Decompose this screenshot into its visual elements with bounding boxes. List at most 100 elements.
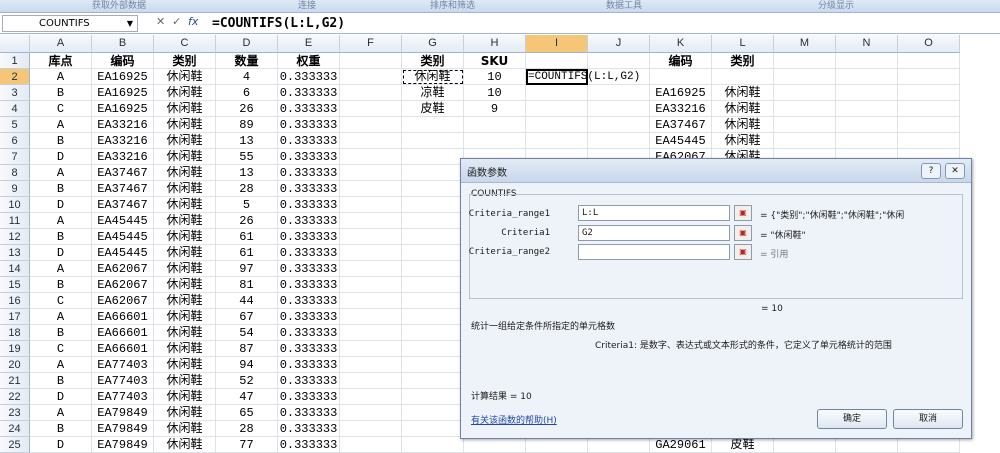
table-cell[interactable]: EA16925 bbox=[650, 85, 712, 101]
table-cell[interactable]: EA77403 bbox=[92, 389, 154, 405]
table-cell[interactable]: 0.333333 bbox=[278, 229, 340, 245]
empty-cell[interactable] bbox=[402, 405, 464, 421]
table-cell[interactable]: B bbox=[30, 277, 92, 293]
empty-cell[interactable] bbox=[340, 325, 402, 341]
empty-cell[interactable] bbox=[836, 85, 898, 101]
table-cell[interactable]: 65 bbox=[216, 405, 278, 421]
table-cell[interactable]: 休闲鞋 bbox=[712, 117, 774, 133]
table-cell[interactable]: 0.333333 bbox=[278, 309, 340, 325]
row-header[interactable]: 4 bbox=[0, 101, 30, 117]
empty-cell[interactable] bbox=[526, 437, 588, 453]
table-cell[interactable]: EA77403 bbox=[92, 357, 154, 373]
empty-cell[interactable] bbox=[340, 261, 402, 277]
enter-formula-icon[interactable]: ✓ bbox=[172, 15, 181, 28]
table-cell[interactable]: 28 bbox=[216, 421, 278, 437]
empty-cell[interactable] bbox=[774, 133, 836, 149]
empty-cell[interactable] bbox=[340, 245, 402, 261]
header-cell[interactable]: 库点 bbox=[30, 53, 92, 69]
row-header[interactable]: 19 bbox=[0, 341, 30, 357]
table-cell[interactable]: 休闲鞋 bbox=[154, 373, 216, 389]
empty-cell[interactable] bbox=[340, 405, 402, 421]
empty-cell[interactable] bbox=[340, 357, 402, 373]
table-cell[interactable]: 休闲鞋 bbox=[154, 389, 216, 405]
row-header[interactable]: 17 bbox=[0, 309, 30, 325]
table-cell[interactable]: EA16925 bbox=[92, 69, 154, 85]
row-header[interactable]: 12 bbox=[0, 229, 30, 245]
empty-cell[interactable] bbox=[340, 293, 402, 309]
column-header[interactable]: K bbox=[650, 35, 712, 53]
table-cell[interactable]: 61 bbox=[216, 245, 278, 261]
table-cell[interactable]: B bbox=[30, 133, 92, 149]
table-cell[interactable]: 休闲鞋 bbox=[154, 69, 216, 85]
row-header[interactable]: 24 bbox=[0, 421, 30, 437]
empty-cell[interactable] bbox=[588, 53, 650, 69]
table-cell[interactable]: 61 bbox=[216, 229, 278, 245]
table-cell[interactable]: 5 bbox=[216, 197, 278, 213]
table-cell[interactable]: 休闲鞋 bbox=[154, 229, 216, 245]
table-cell[interactable]: 47 bbox=[216, 389, 278, 405]
table-cell[interactable]: 0.333333 bbox=[278, 437, 340, 453]
empty-cell[interactable] bbox=[526, 53, 588, 69]
table-cell[interactable]: 81 bbox=[216, 277, 278, 293]
empty-cell[interactable] bbox=[402, 389, 464, 405]
empty-cell[interactable] bbox=[526, 101, 588, 117]
table-cell[interactable]: 54 bbox=[216, 325, 278, 341]
row-header[interactable]: 11 bbox=[0, 213, 30, 229]
table-cell[interactable]: EA33216 bbox=[92, 133, 154, 149]
empty-cell[interactable] bbox=[402, 261, 464, 277]
range-select-icon[interactable]: ▣ bbox=[734, 205, 752, 221]
empty-cell[interactable] bbox=[774, 53, 836, 69]
table-cell[interactable]: EA62067 bbox=[92, 293, 154, 309]
empty-cell[interactable] bbox=[340, 181, 402, 197]
row-header[interactable]: 5 bbox=[0, 117, 30, 133]
table-cell[interactable]: 0.333333 bbox=[278, 85, 340, 101]
table-cell[interactable]: B bbox=[30, 181, 92, 197]
empty-cell[interactable] bbox=[340, 69, 402, 85]
table-cell[interactable]: 26 bbox=[216, 213, 278, 229]
table-cell[interactable]: A bbox=[30, 69, 92, 85]
table-cell[interactable]: 94 bbox=[216, 357, 278, 373]
table-cell[interactable]: EA62067 bbox=[92, 261, 154, 277]
table-cell[interactable]: 休闲鞋 bbox=[154, 181, 216, 197]
table-cell[interactable]: 0.333333 bbox=[278, 101, 340, 117]
empty-cell[interactable] bbox=[898, 53, 960, 69]
row-header[interactable]: 18 bbox=[0, 325, 30, 341]
table-cell[interactable]: 89 bbox=[216, 117, 278, 133]
row-header[interactable]: 2 bbox=[0, 69, 30, 85]
table-cell[interactable]: EA45445 bbox=[92, 229, 154, 245]
row-header[interactable]: 8 bbox=[0, 165, 30, 181]
empty-cell[interactable] bbox=[340, 437, 402, 453]
table-cell[interactable]: 55 bbox=[216, 149, 278, 165]
empty-cell[interactable] bbox=[402, 277, 464, 293]
table-cell[interactable]: 9 bbox=[464, 101, 526, 117]
header-cell[interactable]: 类别 bbox=[402, 53, 464, 69]
empty-cell[interactable] bbox=[898, 133, 960, 149]
criteria-cell-g2[interactable]: 休闲鞋 bbox=[402, 69, 464, 85]
empty-cell[interactable] bbox=[526, 85, 588, 101]
table-cell[interactable]: 休闲鞋 bbox=[154, 245, 216, 261]
empty-cell[interactable] bbox=[402, 293, 464, 309]
empty-cell[interactable] bbox=[774, 101, 836, 117]
column-header[interactable]: O bbox=[898, 35, 960, 53]
empty-cell[interactable] bbox=[340, 53, 402, 69]
table-cell[interactable]: EA33216 bbox=[92, 117, 154, 133]
table-cell[interactable]: 0.333333 bbox=[278, 421, 340, 437]
row-header[interactable]: 3 bbox=[0, 85, 30, 101]
column-header[interactable]: B bbox=[92, 35, 154, 53]
dialog-title-bar[interactable]: 函数参数 ? ✕ bbox=[461, 159, 971, 183]
table-cell[interactable]: 44 bbox=[216, 293, 278, 309]
table-cell[interactable]: 10 bbox=[464, 69, 526, 85]
table-cell[interactable]: B bbox=[30, 85, 92, 101]
table-cell[interactable]: D bbox=[30, 245, 92, 261]
table-cell[interactable]: 皮鞋 bbox=[712, 437, 774, 453]
table-cell[interactable]: 休闲鞋 bbox=[154, 325, 216, 341]
column-header[interactable]: F bbox=[340, 35, 402, 53]
table-cell[interactable]: 0.333333 bbox=[278, 181, 340, 197]
column-header[interactable]: A bbox=[30, 35, 92, 53]
row-header[interactable]: 25 bbox=[0, 437, 30, 453]
ok-button[interactable]: 确定 bbox=[817, 409, 887, 429]
table-cell[interactable]: 休闲鞋 bbox=[154, 309, 216, 325]
empty-cell[interactable] bbox=[340, 229, 402, 245]
empty-cell[interactable] bbox=[340, 421, 402, 437]
empty-cell[interactable] bbox=[340, 389, 402, 405]
